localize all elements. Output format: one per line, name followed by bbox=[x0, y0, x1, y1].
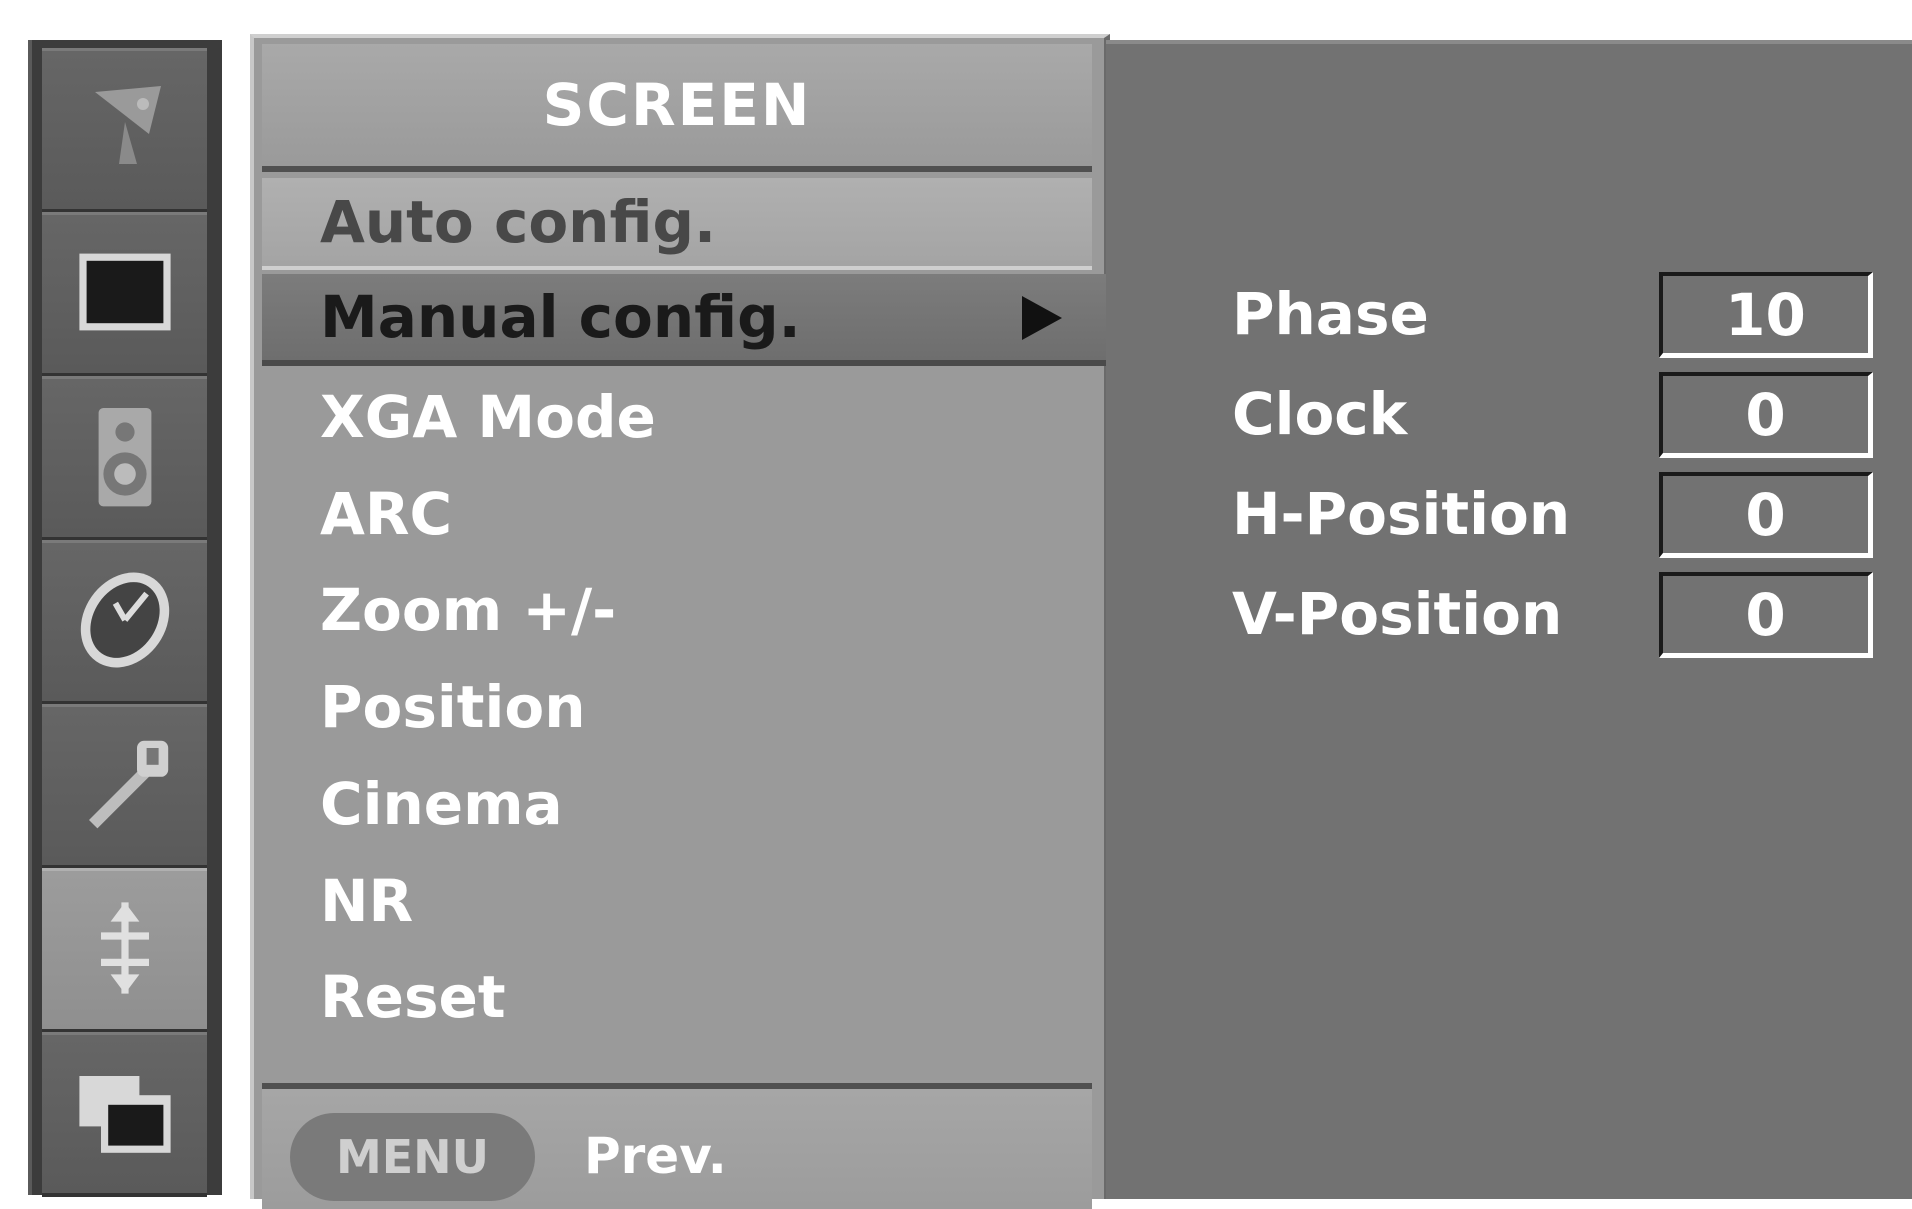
menu-item-label: Manual config. bbox=[320, 283, 801, 351]
screen-menu-panel: SCREEN Auto config. Manual config. XGA M… bbox=[250, 34, 1117, 1209]
sidebar-item-time[interactable] bbox=[42, 540, 207, 705]
submenu-label: V-Position bbox=[1232, 580, 1563, 648]
menu-item-label: Cinema bbox=[320, 770, 563, 838]
menu-item-label: NR bbox=[320, 867, 414, 935]
menu-item-label: ARC bbox=[320, 480, 453, 548]
sidebar-item-channel[interactable] bbox=[42, 48, 207, 213]
menu-item-label: Position bbox=[320, 673, 586, 741]
pip-windows-icon bbox=[65, 1052, 185, 1176]
sidebar-item-audio[interactable] bbox=[42, 376, 207, 541]
submenu-arrow-icon bbox=[1022, 296, 1062, 340]
menu-item-nr[interactable]: NR bbox=[262, 855, 1092, 947]
submenu-row-h-position[interactable]: H-Position 0 bbox=[1106, 472, 1912, 568]
clock-time-icon bbox=[65, 560, 185, 684]
menu-item-manual-config[interactable]: Manual config. bbox=[262, 274, 1117, 366]
h-position-value-box[interactable]: 0 bbox=[1659, 472, 1873, 558]
menu-item-label: XGA Mode bbox=[320, 383, 656, 451]
menu-item-reset[interactable]: Reset bbox=[262, 951, 1092, 1043]
submenu-label: Clock bbox=[1232, 380, 1408, 448]
sidebar-item-screen[interactable] bbox=[42, 868, 207, 1033]
menu-footer: MENU Prev. bbox=[262, 1083, 1092, 1209]
wrench-option-icon bbox=[65, 724, 185, 848]
menu-item-zoom[interactable]: Zoom +/- bbox=[262, 564, 1092, 656]
submenu-label: H-Position bbox=[1232, 480, 1571, 548]
speaker-audio-icon bbox=[65, 396, 185, 520]
sidebar-item-picture[interactable] bbox=[42, 212, 207, 377]
menu-button[interactable]: MENU bbox=[290, 1113, 535, 1201]
menu-item-position[interactable]: Position bbox=[262, 661, 1092, 753]
menu-item-xga-mode[interactable]: XGA Mode bbox=[262, 371, 1092, 463]
screen-adjust-icon bbox=[65, 888, 185, 1012]
sidebar-item-pip[interactable] bbox=[42, 1032, 207, 1197]
menu-item-label: Zoom +/- bbox=[320, 576, 617, 644]
menu-item-auto-config[interactable]: Auto config. bbox=[262, 178, 1092, 270]
submenu-row-v-position[interactable]: V-Position 0 bbox=[1106, 572, 1912, 668]
submenu-row-phase[interactable]: Phase 10 bbox=[1106, 272, 1912, 368]
menu-title: SCREEN bbox=[262, 44, 1092, 172]
menu-item-arc[interactable]: ARC bbox=[262, 468, 1092, 560]
clock-value-box[interactable]: 0 bbox=[1659, 372, 1873, 458]
screen-picture-icon bbox=[65, 232, 185, 356]
sidebar bbox=[28, 40, 222, 1197]
menu-item-cinema[interactable]: Cinema bbox=[262, 758, 1092, 850]
prev-label: Prev. bbox=[584, 1127, 727, 1185]
menu-item-label: Auto config. bbox=[320, 188, 717, 256]
phase-value-box[interactable]: 10 bbox=[1659, 272, 1873, 358]
submenu-row-clock[interactable]: Clock 0 bbox=[1106, 372, 1912, 468]
menu-item-label: Reset bbox=[320, 963, 506, 1031]
manual-config-submenu: Phase 10 Clock 0 H-Position 0 V-Position… bbox=[1106, 40, 1912, 1199]
v-position-value-box[interactable]: 0 bbox=[1659, 572, 1873, 658]
satellite-dish-icon bbox=[65, 68, 185, 192]
sidebar-item-option[interactable] bbox=[42, 704, 207, 869]
submenu-label: Phase bbox=[1232, 280, 1429, 348]
